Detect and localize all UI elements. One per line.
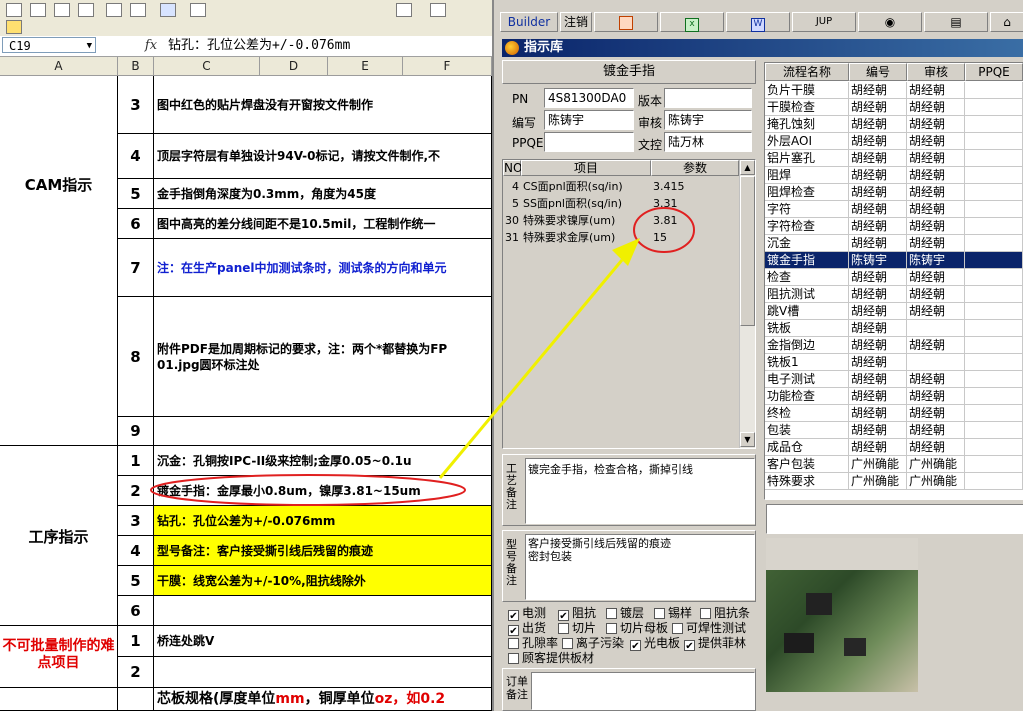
highlight-ellipse-params: [633, 207, 695, 253]
highlight-ellipse-excel: [150, 474, 466, 506]
annotation-overlay: [150, 207, 695, 506]
pointer-arrow-head: [612, 238, 640, 266]
pointer-arrow-line: [438, 259, 624, 479]
